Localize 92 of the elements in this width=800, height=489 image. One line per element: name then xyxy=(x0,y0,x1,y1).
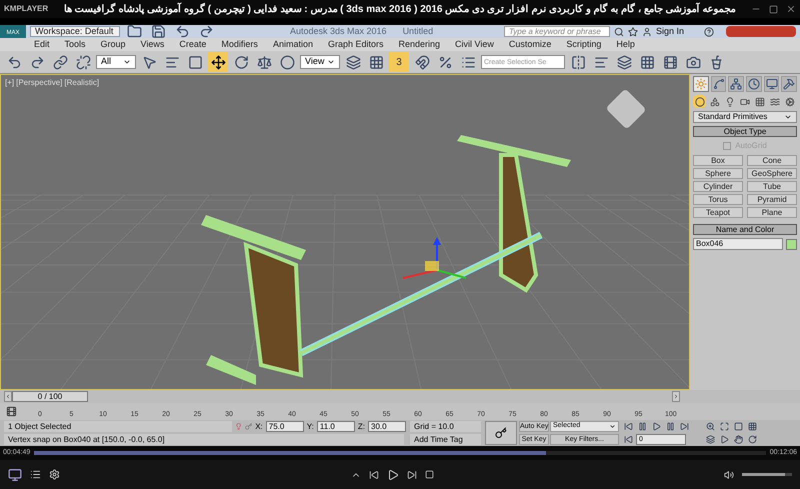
viewport-label[interactable]: [Realistic] xyxy=(64,77,100,89)
rollout-header[interactable]: Object Type xyxy=(693,126,797,137)
menu-item[interactable]: Group xyxy=(100,38,126,52)
viewport-label[interactable]: [+] xyxy=(5,77,14,89)
primitive-button[interactable]: Cylinder xyxy=(693,181,743,192)
curve-icon[interactable] xyxy=(710,76,726,92)
settings-icon xyxy=(49,469,60,480)
close-icon[interactable] xyxy=(786,4,796,14)
snap-toggle[interactable]: 3 xyxy=(389,52,409,72)
rollout-header[interactable]: Name and Color xyxy=(693,224,797,235)
perspective-viewport[interactable]: [+] [Perspective] [Realistic] xyxy=(0,74,690,390)
caret-icon xyxy=(784,113,792,121)
go-to-end-icon[interactable] xyxy=(678,421,690,432)
previous-button[interactable] xyxy=(368,470,378,480)
coordinate-label: Y: xyxy=(306,420,314,432)
primitive-button[interactable]: Box xyxy=(693,155,743,166)
player-logo: KMPLAYER xyxy=(4,3,48,15)
menu-item[interactable]: Help xyxy=(616,38,635,52)
document-title: Untitled xyxy=(402,24,434,38)
menu-item[interactable]: Modifiers xyxy=(221,38,258,52)
sphere-icon[interactable] xyxy=(693,95,706,108)
key-icon xyxy=(495,427,507,439)
next-frame-button[interactable] xyxy=(672,391,680,402)
primitive-button[interactable]: GeoSphere xyxy=(747,168,797,179)
menu-item[interactable]: Views xyxy=(140,38,164,52)
primitive-button[interactable]: Pyramid xyxy=(747,194,797,205)
primitive-button[interactable]: Cone xyxy=(747,155,797,166)
search-field[interactable]: Type a keyword or phrase xyxy=(504,26,610,37)
object-name-field[interactable]: Box046 xyxy=(693,238,783,250)
play-button[interactable] xyxy=(386,468,398,480)
player-title: مجموعه آموزشی جامع ، گام به گام و کاربردی نرم افزار تری دی مکس 2016 ( 3ds max 2016 ) مدرس : سعید فدایی ( تیچرمن ) گروه آموزشی پادشاه گرافیست ها xyxy=(62,2,736,16)
stop-button[interactable] xyxy=(424,470,434,479)
volume-icon xyxy=(724,470,734,480)
coordinate-field[interactable]: 30.0 xyxy=(368,421,406,432)
clock-icon[interactable] xyxy=(746,76,762,92)
primitive-button[interactable]: Teapot xyxy=(693,207,743,218)
menu-item[interactable]: Tools xyxy=(64,38,86,52)
reference-coordinate-dropdown[interactable]: View xyxy=(300,55,340,69)
playlist-icon xyxy=(30,469,41,480)
menu-item[interactable]: Scripting xyxy=(566,38,602,52)
viewport-label[interactable]: [Perspective] xyxy=(16,77,62,89)
user-icon xyxy=(642,26,652,36)
menu-item[interactable]: Animation xyxy=(272,38,313,52)
primitive-button[interactable]: Plane xyxy=(747,207,797,218)
primitive-type-dropdown[interactable]: Standard Primitives xyxy=(693,111,797,123)
primitive-button[interactable]: Sphere xyxy=(693,168,743,179)
monitor-icon[interactable] xyxy=(764,76,780,92)
move-icon[interactable] xyxy=(208,52,228,72)
help-icon xyxy=(704,26,714,36)
menu-item[interactable]: Create xyxy=(179,38,206,52)
workspace-dropdown[interactable]: Workspace: Default xyxy=(30,26,120,37)
grid-size-label: Grid = 10.0 xyxy=(410,421,481,432)
add-time-tag-button[interactable]: Add Time Tag xyxy=(410,434,481,445)
primitive-button[interactable]: Tube xyxy=(747,181,797,192)
move-gizmo-icon xyxy=(402,237,466,279)
set-key-button[interactable] xyxy=(485,421,517,445)
selection-filter-dropdown[interactable]: All xyxy=(96,55,136,69)
go-to-start-icon[interactable] xyxy=(622,421,634,432)
binoculars-icon xyxy=(614,26,624,36)
sign-in-link[interactable]: Sign In xyxy=(656,24,684,38)
menu-item[interactable]: Rendering xyxy=(398,38,440,52)
zoom-icon[interactable] xyxy=(704,421,716,432)
coordinate-field[interactable]: 75.0 xyxy=(266,421,304,432)
maximize-icon[interactable] xyxy=(769,4,778,14)
next-button[interactable] xyxy=(406,470,416,480)
caret-icon xyxy=(123,58,131,66)
zoom-extents-icon[interactable] xyxy=(718,421,730,432)
grid-icon[interactable] xyxy=(753,95,766,108)
previous-frame-button[interactable] xyxy=(4,391,12,402)
menu-item[interactable]: Edit xyxy=(34,38,50,52)
selection-count: 1 Object Selected xyxy=(4,421,232,432)
time-slider-thumb[interactable]: 0 / 100 xyxy=(12,391,88,402)
coordinate-field[interactable]: 11.0 xyxy=(316,421,355,432)
object-color-swatch[interactable] xyxy=(786,238,797,250)
seek-bar-track[interactable] xyxy=(34,451,766,455)
lightbulb-icon xyxy=(234,422,242,431)
coordinate-label: Z: xyxy=(358,420,365,432)
shapes-icon[interactable] xyxy=(708,95,721,108)
menu-item[interactable]: Civil View xyxy=(455,38,494,52)
primitive-button[interactable]: Torus xyxy=(693,194,743,205)
coordinate-label: X: xyxy=(255,420,263,432)
pan-icon[interactable] xyxy=(732,434,744,445)
app-title: Autodesk 3ds Max 2016 xyxy=(290,24,387,38)
caret-icon xyxy=(327,58,335,66)
player-menu-icon xyxy=(8,468,22,482)
menu-item[interactable]: Customize xyxy=(508,38,552,52)
caret-icon xyxy=(609,423,616,430)
star-icon xyxy=(628,26,638,36)
hammer-icon[interactable] xyxy=(781,76,798,92)
hierarchy-icon[interactable] xyxy=(728,76,744,92)
sun-icon[interactable] xyxy=(693,76,709,92)
menu-item[interactable]: Graph Editors xyxy=(328,38,384,52)
